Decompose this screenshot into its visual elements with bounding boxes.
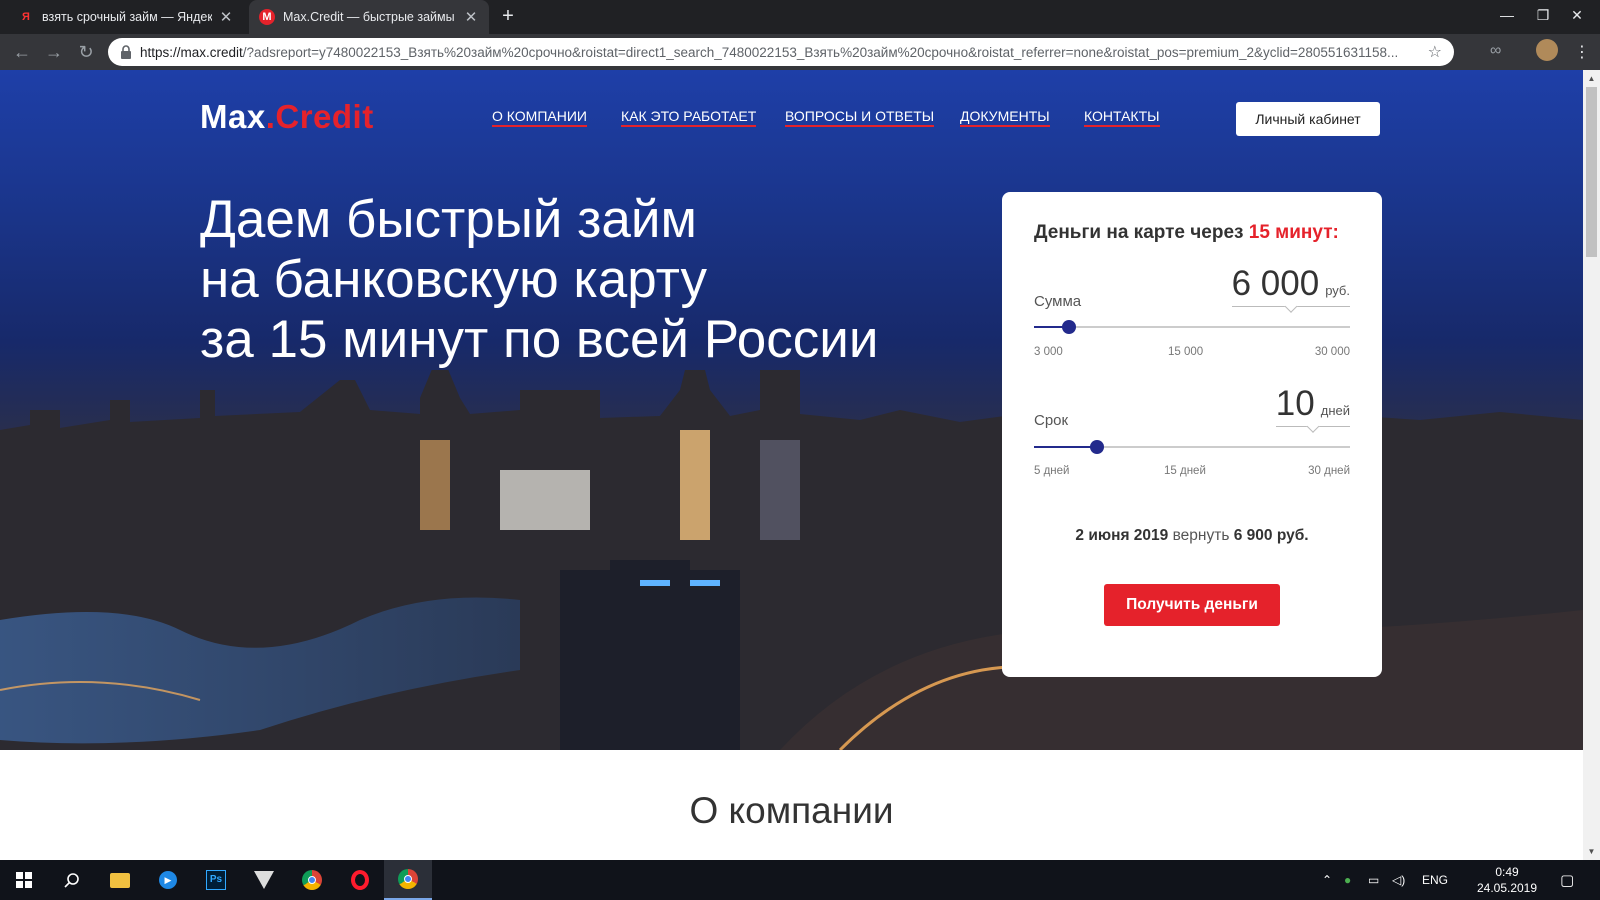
nav-how-it-works[interactable]: КАК ЭТО РАБОТАЕТ <box>621 108 757 127</box>
repayment-verb: вернуть <box>1172 527 1230 544</box>
url-text: https://max.credit/?adsreport=y748002215… <box>140 45 1422 60</box>
media-player-icon[interactable]: ▶ <box>144 860 192 900</box>
term-unit: дней <box>1320 403 1350 418</box>
calculator-title-accent: 15 минут: <box>1248 222 1339 243</box>
amount-tick-min: 3 000 <box>1034 346 1063 358</box>
network-icon[interactable]: ▭ <box>1368 860 1379 900</box>
back-arrow-icon[interactable]: ← <box>10 40 34 64</box>
browser-toolbar: ← → ↻ https://max.credit/?adsreport=y748… <box>0 34 1600 70</box>
bookmark-star-icon[interactable]: ☆ <box>1428 42 1442 62</box>
url-domain: https://max.credit <box>140 44 243 60</box>
logo-text-max: Max <box>200 98 266 135</box>
language-indicator[interactable]: ENG <box>1422 860 1448 900</box>
page-scrollbar[interactable]: ▲ ▼ <box>1583 70 1600 860</box>
clock-date: 24.05.2019 <box>1476 881 1538 895</box>
tray-app-icon[interactable]: ● <box>1344 860 1351 900</box>
tab-yandex-search[interactable]: Я взять срочный займ — Яндекс: ✕ <box>8 0 244 34</box>
chrome-active-icon[interactable] <box>384 860 432 900</box>
infinity-extension-icon[interactable]: ∞ <box>1490 42 1501 60</box>
chrome-icon[interactable] <box>288 860 336 900</box>
max-credit-logo[interactable]: Max.Credit <box>200 98 374 136</box>
get-money-button[interactable]: Получить деньги <box>1104 584 1280 626</box>
tab-title: взять срочный займ — Яндекс: <box>42 10 212 24</box>
lock-icon <box>121 45 131 59</box>
windows-start-icon[interactable] <box>0 860 48 900</box>
opera-icon[interactable] <box>336 860 384 900</box>
amount-unit: руб. <box>1325 283 1350 298</box>
term-label: Срок <box>1034 412 1069 429</box>
show-hidden-icons-chevron-icon[interactable]: ⌃ <box>1322 860 1332 900</box>
photoshop-icon[interactable]: Ps <box>192 860 240 900</box>
amount-label: Сумма <box>1034 293 1082 310</box>
nav-documents[interactable]: ДОКУМЕНТЫ <box>960 108 1050 127</box>
amount-value: 6 000 <box>1231 264 1320 303</box>
scroll-down-arrow-icon[interactable]: ▼ <box>1583 843 1600 860</box>
yandex-icon: Я <box>22 11 30 23</box>
repayment-date: 2 июня 2019 <box>1075 527 1169 544</box>
nav-contacts[interactable]: КОНТАКТЫ <box>1084 108 1160 127</box>
term-slider-fill <box>1034 446 1098 448</box>
file-explorer-icon[interactable] <box>96 860 144 900</box>
hero-headline: Даем быстрый займ на банковскую карту за… <box>200 190 878 370</box>
system-clock[interactable]: 0:49 24.05.2019 <box>1472 864 1542 896</box>
new-tab-icon[interactable]: + <box>496 5 520 29</box>
headline-line: на банковскую карту <box>200 250 707 309</box>
close-tab-icon[interactable]: ✕ <box>218 8 234 26</box>
clock-time: 0:49 <box>1495 865 1519 879</box>
calculator-title: Деньги на карте через 15 минут: <box>1034 222 1339 244</box>
about-section-title: О компании <box>689 790 894 831</box>
logo-text-credit: Credit <box>275 98 374 135</box>
scrollbar-thumb[interactable] <box>1586 87 1597 257</box>
loan-calculator-card: Деньги на карте через 15 минут: Сумма 6 … <box>1002 192 1382 677</box>
headline-line: за 15 минут по всей России <box>200 310 879 369</box>
windows-taskbar: ▶ Ps ⌃ ● ▭ ◁) ENG 0:49 24.05.2019 ▢ <box>0 860 1600 900</box>
notifications-icon[interactable]: ▢ <box>1560 860 1574 900</box>
close-window-icon[interactable]: ✕ <box>1554 0 1600 30</box>
term-tick-min: 5 дней <box>1034 465 1070 477</box>
term-tick-mid: 15 дней <box>1164 465 1206 477</box>
scroll-up-arrow-icon[interactable]: ▲ <box>1583 70 1600 87</box>
profile-avatar[interactable] <box>1536 39 1558 61</box>
close-tab-icon[interactable]: ✕ <box>463 8 479 26</box>
repayment-summary: 2 июня 2019 вернуть 6 900 руб. <box>1002 527 1382 545</box>
term-value: 10 <box>1275 384 1315 423</box>
calculator-title-text: Деньги на карте через <box>1034 222 1244 243</box>
page-viewport: Max.Credit О КОМПАНИИ КАК ЭТО РАБОТАЕТ В… <box>0 70 1583 860</box>
tab-max-credit[interactable]: M Max.Credit — быстрые займы на ✕ <box>249 0 489 34</box>
hero-banner: Max.Credit О КОМПАНИИ КАК ЭТО РАБОТАЕТ В… <box>0 70 1583 750</box>
address-bar[interactable]: https://max.credit/?adsreport=y748002215… <box>108 38 1454 66</box>
browser-tab-strip: Я взять срочный займ — Яндекс: ✕ M Max.C… <box>0 0 1600 34</box>
repayment-amount: 6 900 руб. <box>1233 527 1309 544</box>
fox-app-icon[interactable] <box>240 860 288 900</box>
amount-slider-handle[interactable] <box>1062 320 1077 334</box>
amount-tick-max: 30 000 <box>1314 346 1350 358</box>
logo-dot: . <box>265 98 276 135</box>
volume-icon[interactable]: ◁) <box>1392 860 1405 900</box>
amount-tick-mid: 15 000 <box>1168 346 1204 358</box>
forward-arrow-icon[interactable]: → <box>42 40 66 64</box>
term-value-field[interactable]: 10 дней <box>1275 384 1350 427</box>
headline-line: Даем быстрый займ <box>200 190 697 249</box>
search-icon[interactable] <box>48 860 96 900</box>
tab-title: Max.Credit — быстрые займы на <box>283 10 457 24</box>
menu-kebab-icon[interactable]: ⋮ <box>1574 42 1590 62</box>
nav-about[interactable]: О КОМПАНИИ <box>492 108 587 127</box>
nav-faq[interactable]: ВОПРОСЫ И ОТВЕТЫ <box>785 108 935 127</box>
term-slider[interactable] <box>1034 440 1350 454</box>
reload-icon[interactable]: ↻ <box>74 40 98 64</box>
personal-account-button[interactable]: Личный кабинет <box>1236 102 1380 136</box>
term-tick-max: 30 дней <box>1308 465 1350 477</box>
url-path: /?adsreport=y7480022153_Взять%20займ%20с… <box>242 44 1399 60</box>
amount-slider[interactable] <box>1034 320 1350 334</box>
term-slider-handle[interactable] <box>1090 440 1105 454</box>
max-credit-favicon-icon: M <box>259 9 275 25</box>
amount-value-field[interactable]: 6 000 руб. <box>1231 264 1350 307</box>
